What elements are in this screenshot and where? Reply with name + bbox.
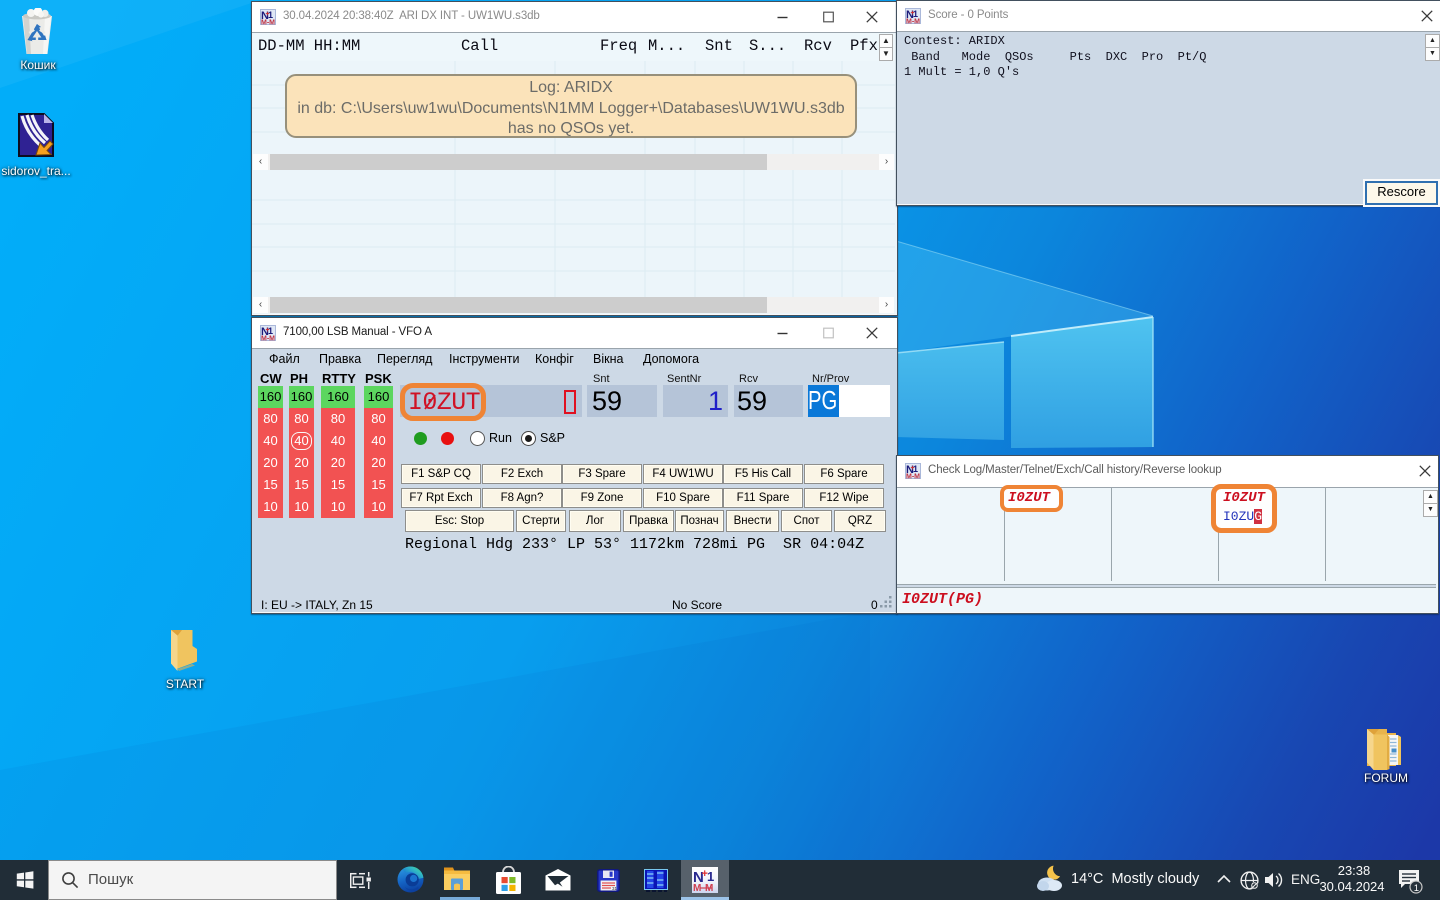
svg-text:+: + xyxy=(911,465,915,472)
svg-text:M-M: M-M xyxy=(906,474,920,480)
svg-text:M-M: M-M xyxy=(261,20,275,26)
svg-text:+: + xyxy=(266,11,270,18)
svg-text:1: 1 xyxy=(1414,883,1419,894)
svg-text:+: + xyxy=(911,10,915,17)
svg-text:M-M: M-M xyxy=(906,19,920,25)
svg-text:1: 1 xyxy=(707,869,714,884)
svg-text:M-M: M-M xyxy=(261,336,275,342)
svg-text:+: + xyxy=(702,868,708,880)
svg-text:31: 31 xyxy=(612,886,618,891)
svg-text:+: + xyxy=(266,327,270,334)
